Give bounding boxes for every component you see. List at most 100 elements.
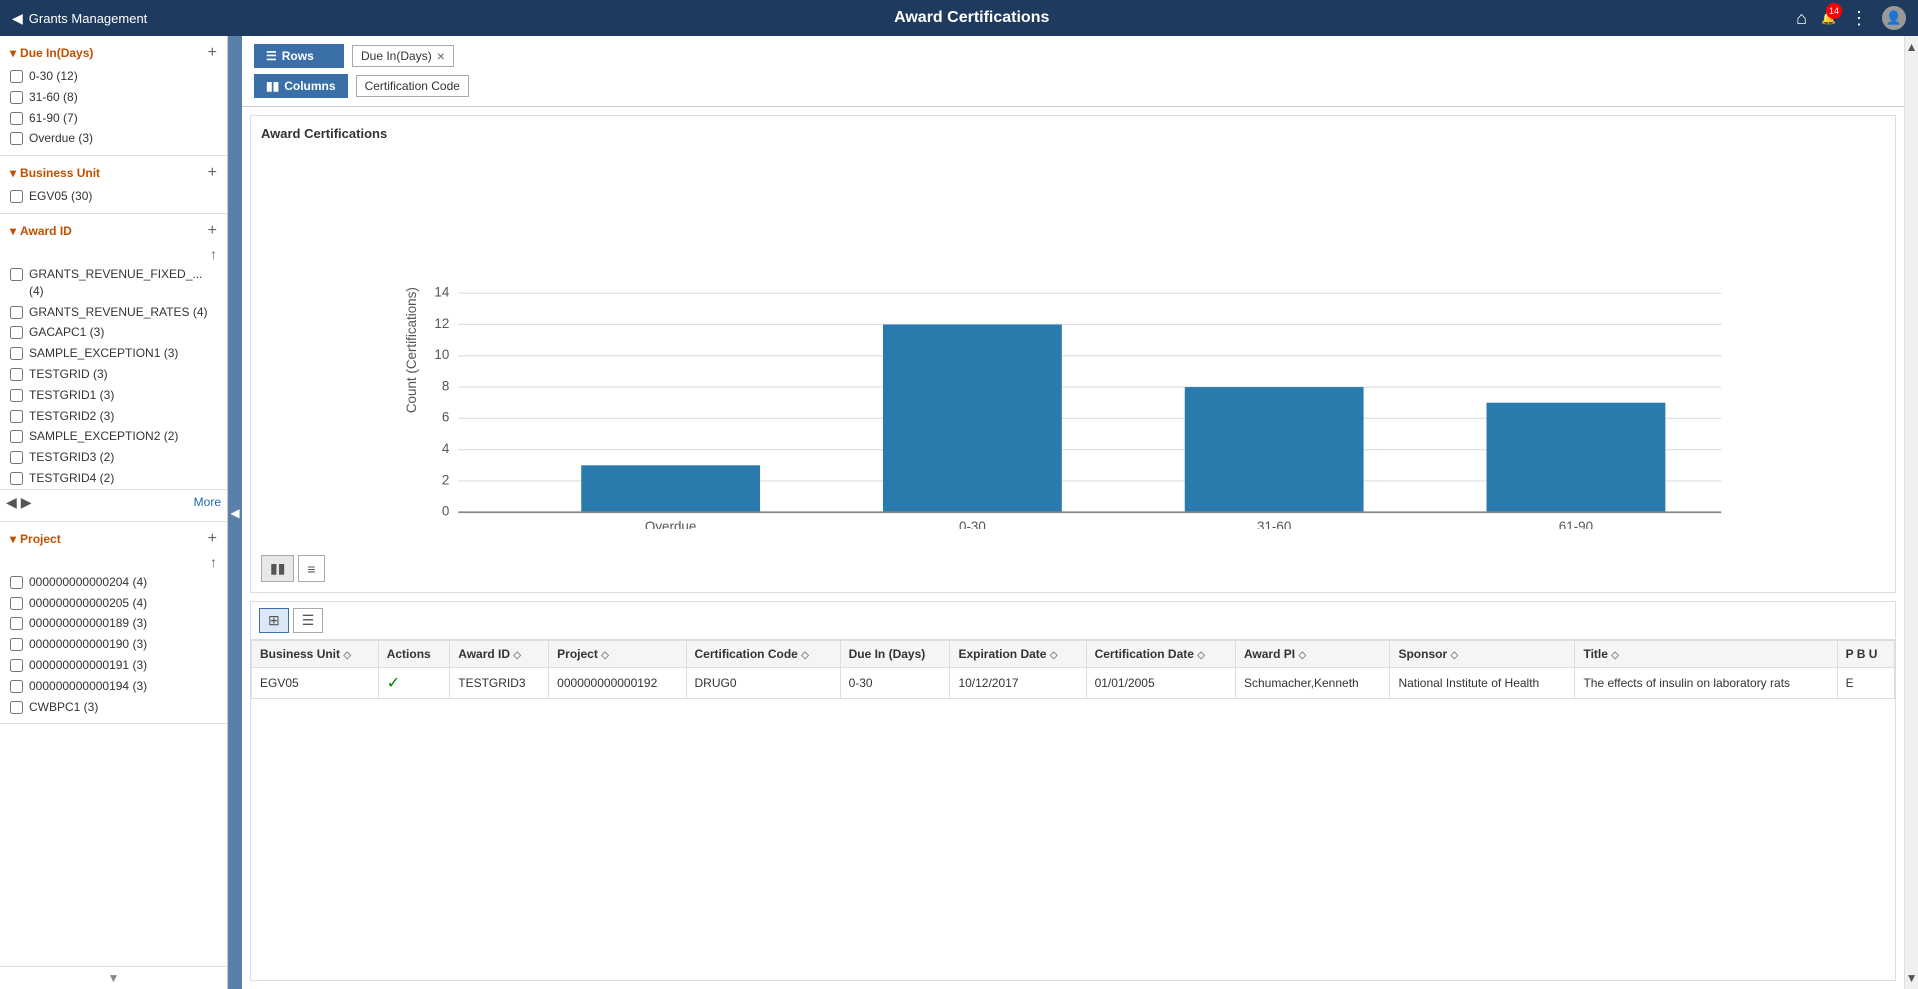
sidebar-add-project[interactable]: + bbox=[208, 530, 217, 548]
sort-icon-title[interactable]: ◇ bbox=[1611, 650, 1619, 661]
sidebar-section-header-award-id[interactable]: ▾ Award ID + bbox=[0, 214, 227, 244]
label-000000000000189: 000000000000189 (3) bbox=[29, 615, 147, 632]
checkbox-overdue[interactable] bbox=[10, 132, 23, 145]
list-item: 000000000000191 (3) bbox=[0, 655, 227, 676]
checkbox-000000000000204[interactable] bbox=[10, 576, 23, 589]
sidebar-add-due-in-days[interactable]: + bbox=[208, 44, 217, 62]
sort-icon-award-id[interactable]: ◇ bbox=[513, 650, 521, 661]
checkbox-31-60[interactable] bbox=[10, 91, 23, 104]
content-area: ☰ Rows Due In(Days) × ▮▮ Columns Certifi… bbox=[242, 36, 1904, 989]
sidebar-scroll-row: ◀ ▶ More bbox=[0, 489, 227, 515]
svg-text:Overdue: Overdue bbox=[645, 519, 696, 529]
checkbox-sample-exception2[interactable] bbox=[10, 430, 23, 443]
more-vert-icon[interactable]: ⋮ bbox=[1850, 8, 1868, 29]
cell-award-id: TESTGRID3 bbox=[450, 668, 549, 699]
list-item: 0-30 (12) bbox=[0, 66, 227, 87]
list-view-btn[interactable]: ☰ bbox=[293, 608, 324, 633]
sort-icon-project[interactable]: ◇ bbox=[601, 650, 609, 661]
rows-tag-remove[interactable]: × bbox=[437, 49, 445, 63]
sidebar-scroll[interactable]: ▾ Due In(Days) + 0-30 (12) 31-60 (8) 61-… bbox=[0, 36, 227, 966]
scroll-down-icon[interactable]: ▼ bbox=[1904, 967, 1918, 989]
checkbox-cwbpc1[interactable] bbox=[10, 701, 23, 714]
sidebar-sort-award-id[interactable]: ↑ bbox=[0, 244, 227, 264]
svg-text:61-90: 61-90 bbox=[1559, 519, 1593, 529]
sort-icon-certification-date[interactable]: ◇ bbox=[1197, 650, 1205, 661]
svg-text:0: 0 bbox=[442, 504, 449, 519]
chevron-down-icon: ▾ bbox=[10, 46, 16, 60]
bar-overdue[interactable] bbox=[581, 465, 760, 512]
more-link[interactable]: More bbox=[194, 495, 221, 509]
bar-31-60[interactable] bbox=[1185, 387, 1364, 512]
bar-chart-view-btn[interactable]: ▮▮ bbox=[261, 555, 294, 582]
checkbox-grants-revenue-fixed[interactable] bbox=[10, 268, 23, 281]
sidebar-sort-project[interactable]: ↑ bbox=[0, 552, 227, 572]
col-due-in-days: Due In (Days) bbox=[840, 641, 950, 668]
checkbox-000000000000189[interactable] bbox=[10, 617, 23, 630]
list-item: 61-90 (7) bbox=[0, 108, 227, 129]
scroll-right-icon[interactable]: ▶ bbox=[21, 494, 32, 511]
checkbox-000000000000205[interactable] bbox=[10, 597, 23, 610]
label-61-90: 61-90 (7) bbox=[29, 110, 78, 127]
sidebar-collapse-btn[interactable]: ◀ bbox=[228, 36, 242, 989]
sidebar-section-header-project[interactable]: ▾ Project + bbox=[0, 522, 227, 552]
sidebar-scroll-down[interactable]: ▼ bbox=[0, 966, 227, 989]
sidebar-add-award-id[interactable]: + bbox=[208, 222, 217, 240]
sort-icon-sponsor[interactable]: ◇ bbox=[1450, 650, 1458, 661]
sort-icon-business-unit[interactable]: ◇ bbox=[343, 650, 351, 661]
cell-actions[interactable]: ✓ bbox=[378, 668, 450, 699]
bar-61-90[interactable] bbox=[1487, 403, 1666, 513]
checkbox-testgrid1[interactable] bbox=[10, 389, 23, 402]
list-item: TESTGRID1 (3) bbox=[0, 385, 227, 406]
grid-view-btn[interactable]: ⊞ bbox=[259, 608, 289, 633]
user-icon[interactable]: 👤 bbox=[1882, 6, 1906, 30]
sidebar-section-header-business-unit[interactable]: ▾ Business Unit + bbox=[0, 156, 227, 186]
back-arrow-icon[interactable]: ◀ bbox=[12, 10, 23, 27]
checkbox-0-30[interactable] bbox=[10, 70, 23, 83]
sidebar-section-header-due-in-days[interactable]: ▾ Due In(Days) + bbox=[0, 36, 227, 66]
sidebar-section-title-award-id: ▾ Award ID bbox=[10, 224, 72, 238]
label-testgrid1: TESTGRID1 (3) bbox=[29, 387, 114, 404]
topbar-left: ◀ Grants Management bbox=[12, 10, 147, 27]
checkbox-testgrid3[interactable] bbox=[10, 451, 23, 464]
sidebar-section-business-unit: ▾ Business Unit + EGV05 (30) bbox=[0, 156, 227, 214]
table-chart-view-btn[interactable]: ≡ bbox=[298, 555, 324, 582]
checkbox-testgrid2[interactable] bbox=[10, 410, 23, 423]
page-title: Award Certifications bbox=[147, 9, 1796, 27]
columns-button[interactable]: ▮▮ Columns bbox=[254, 74, 348, 98]
table-view-buttons: ⊞ ☰ bbox=[251, 602, 1895, 640]
svg-text:31-60: 31-60 bbox=[1257, 519, 1291, 529]
sidebar-section-award-id: ▾ Award ID + ↑ GRANTS_REVENUE_FIXED_... … bbox=[0, 214, 227, 522]
list-item: SAMPLE_EXCEPTION1 (3) bbox=[0, 343, 227, 364]
cell-certification-date: 01/01/2005 bbox=[1086, 668, 1235, 699]
sort-icon-award-pi[interactable]: ◇ bbox=[1298, 650, 1306, 661]
sidebar-add-business-unit[interactable]: + bbox=[208, 164, 217, 182]
topbar-right: ⌂ 🔔 14 ⋮ 👤 bbox=[1796, 6, 1906, 30]
checkbox-testgrid[interactable] bbox=[10, 368, 23, 381]
sort-icon-cert-code[interactable]: ◇ bbox=[801, 650, 809, 661]
chevron-down-icon: ▾ bbox=[10, 166, 16, 180]
pivot-rows-row: ☰ Rows Due In(Days) × bbox=[254, 44, 1892, 68]
home-icon[interactable]: ⌂ bbox=[1796, 8, 1807, 29]
sort-icon-expiration-date[interactable]: ◇ bbox=[1050, 650, 1058, 661]
chart-svg: Count (Certifications) 0 2 4 6 8 10 12 1… bbox=[261, 149, 1885, 529]
list-item: 000000000000204 (4) bbox=[0, 572, 227, 593]
col-certification-date: Certification Date ◇ bbox=[1086, 641, 1235, 668]
checkbox-000000000000191[interactable] bbox=[10, 659, 23, 672]
checkbox-testgrid4[interactable] bbox=[10, 472, 23, 485]
checkbox-000000000000190[interactable] bbox=[10, 638, 23, 651]
checkbox-sample-exception1[interactable] bbox=[10, 347, 23, 360]
checkbox-61-90[interactable] bbox=[10, 112, 23, 125]
bar-0-30[interactable] bbox=[883, 324, 1062, 512]
notification-icon[interactable]: 🔔 14 bbox=[1821, 9, 1836, 27]
svg-text:8: 8 bbox=[442, 378, 449, 393]
checkbox-grants-revenue-rates[interactable] bbox=[10, 306, 23, 319]
checkbox-gacapc1[interactable] bbox=[10, 326, 23, 339]
list-item: TESTGRID2 (3) bbox=[0, 406, 227, 427]
checkbox-000000000000194[interactable] bbox=[10, 680, 23, 693]
action-check-icon[interactable]: ✓ bbox=[387, 675, 400, 692]
scroll-left-icon[interactable]: ◀ bbox=[6, 494, 17, 511]
checkbox-egv05[interactable] bbox=[10, 190, 23, 203]
chart-view-buttons: ▮▮ ≡ bbox=[261, 555, 1885, 582]
scroll-up-icon[interactable]: ▲ bbox=[1904, 36, 1918, 58]
rows-button[interactable]: ☰ Rows bbox=[254, 44, 344, 68]
